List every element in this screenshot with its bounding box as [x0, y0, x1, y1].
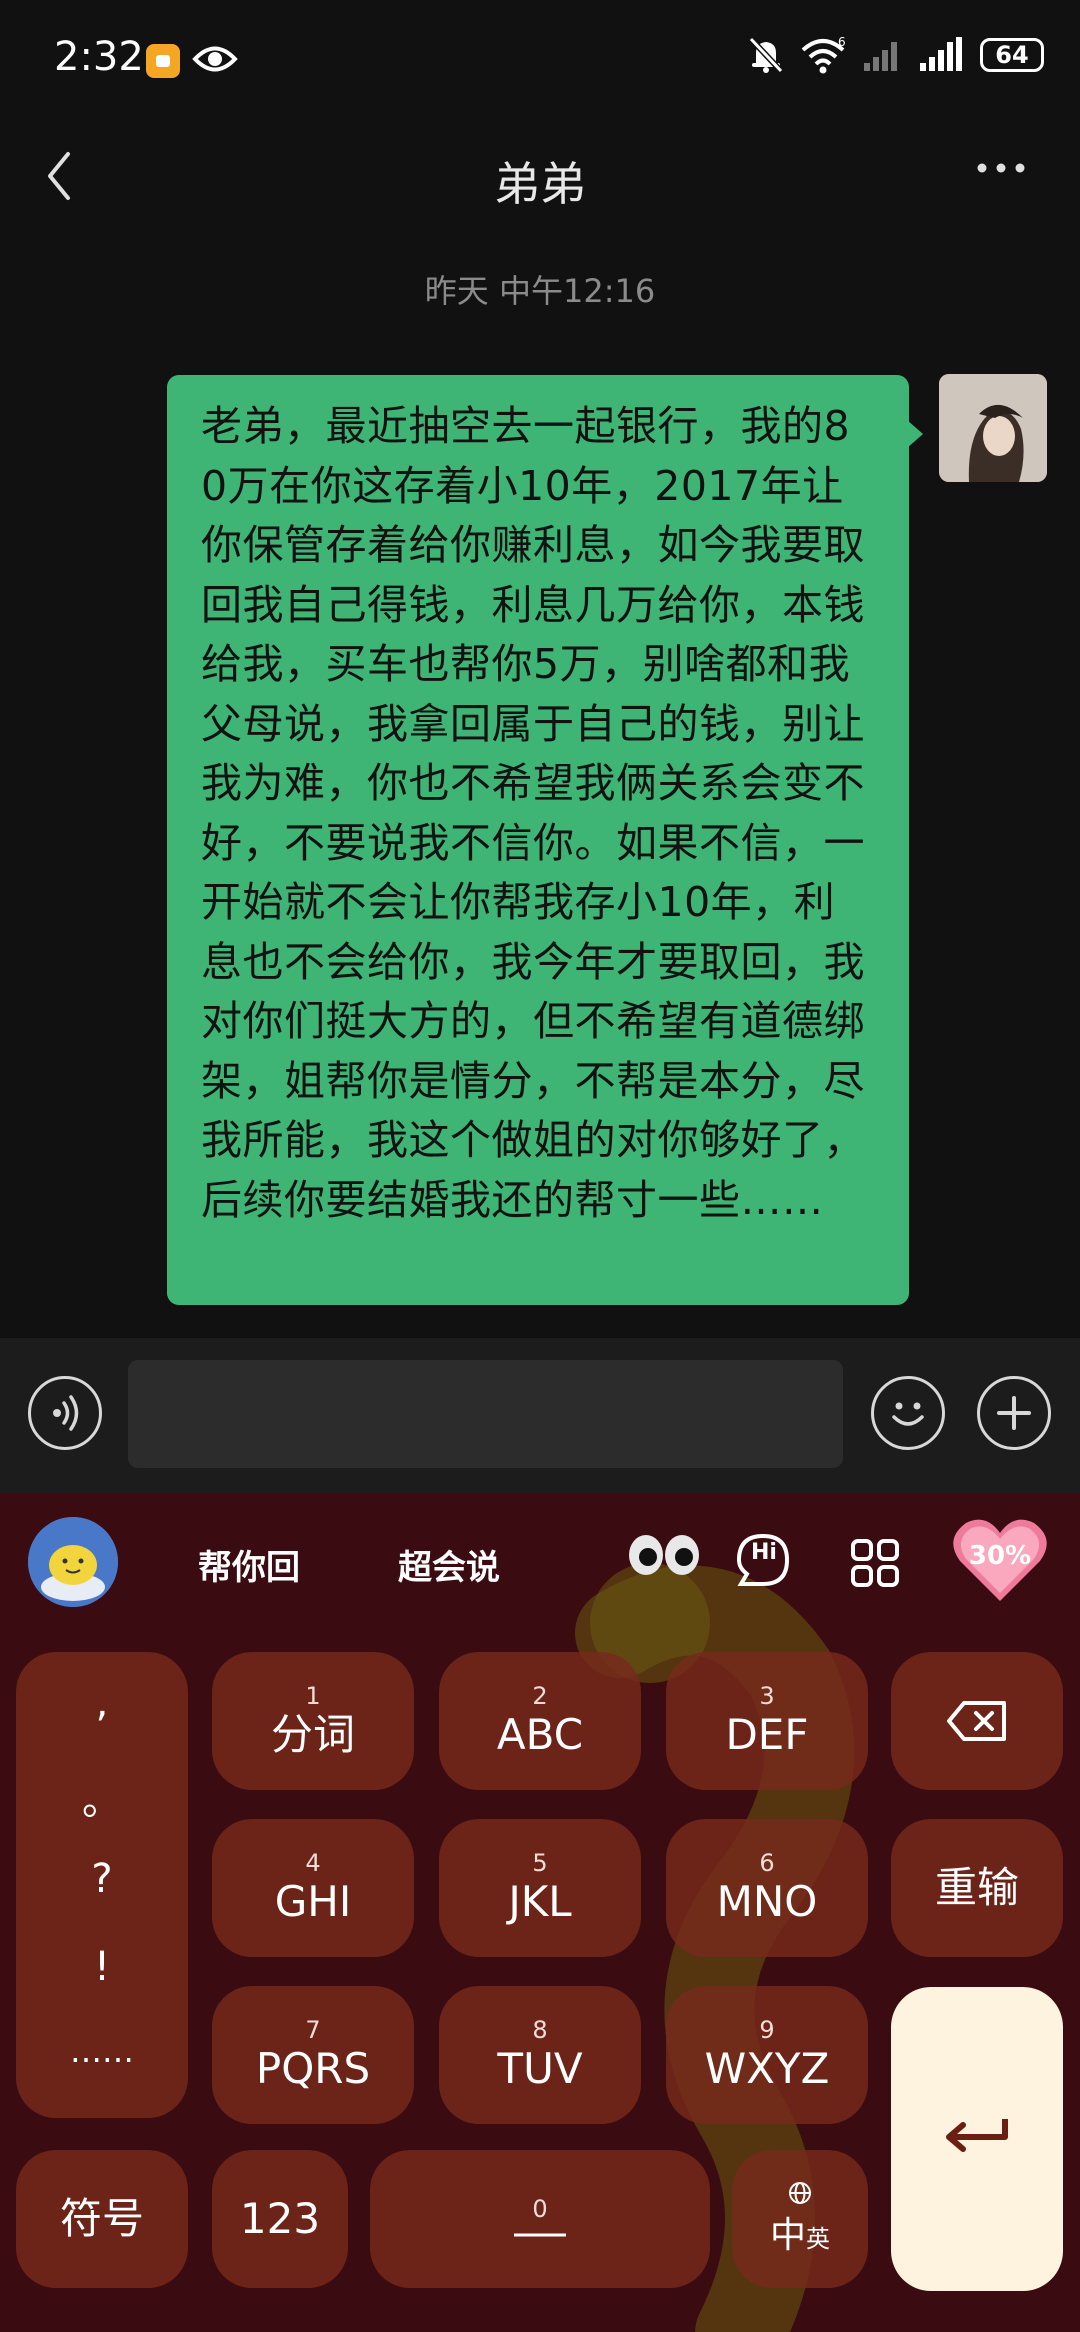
key-label: 123 — [239, 2194, 321, 2243]
key-1-segment[interactable]: 1 分词 — [212, 1652, 414, 1790]
ai-reply-button[interactable]: 帮你回 — [198, 1540, 300, 1589]
app-notification-icon — [146, 44, 180, 78]
ime-mascot-icon[interactable] — [28, 1517, 118, 1607]
plus-icon — [997, 1396, 1031, 1430]
backspace-key[interactable] — [891, 1652, 1063, 1790]
voice-input-button[interactable] — [28, 1376, 102, 1450]
key-label: 符号 — [59, 2194, 144, 2243]
space-bar-icon — [514, 2233, 566, 2237]
key-number: 6 — [759, 1849, 775, 1877]
punct-period[interactable]: 。 — [16, 1768, 188, 1826]
key-7-pqrs[interactable]: 7 PQRS — [212, 1986, 414, 2124]
key-number: 3 — [759, 1682, 775, 1710]
key-label: DEF — [725, 1710, 809, 1759]
key-label: ABC — [496, 1710, 584, 1759]
heart-percent: 30% — [968, 1541, 1032, 1571]
smart-speak-button[interactable]: 超会说 — [398, 1540, 500, 1589]
punct-question[interactable]: ? — [16, 1856, 188, 1902]
key-number: 0 — [532, 2195, 548, 2223]
hi-chat-icon[interactable]: Hi — [733, 1530, 793, 1590]
key-label: 分词 — [270, 1710, 355, 1759]
key-label: MNO — [716, 1877, 818, 1926]
key-9-wxyz[interactable]: 9 WXYZ — [666, 1986, 868, 2124]
message-timestamp: 昨天 中午12:16 — [424, 272, 656, 310]
smiley-icon — [892, 1402, 924, 1426]
eye-icon — [192, 46, 238, 72]
chat-title: 弟弟 — [494, 157, 586, 211]
numbers-key[interactable]: 123 — [212, 2150, 348, 2288]
status-time: 2:32 — [54, 34, 144, 80]
key-3-def[interactable]: 3 DEF — [666, 1652, 868, 1790]
apps-grid-icon[interactable] — [850, 1538, 900, 1588]
emoji-button[interactable] — [871, 1376, 945, 1450]
key-number: 2 — [532, 1682, 548, 1710]
key-label: TUV — [497, 2044, 583, 2093]
eyes-icon — [629, 1535, 699, 1575]
key-8-tuv[interactable]: 8 TUV — [439, 1986, 641, 2124]
enter-key[interactable] — [891, 1987, 1063, 2291]
battery-indicator: 64 — [980, 38, 1044, 72]
voice-icon — [53, 1395, 79, 1431]
mascot-face-icon — [28, 1517, 118, 1607]
punct-ellipsis[interactable]: …… — [16, 2032, 188, 2070]
bubble-tail — [907, 420, 923, 448]
reenter-key[interactable]: 重输 — [891, 1819, 1063, 1957]
key-6-mno[interactable]: 6 MNO — [666, 1819, 868, 1957]
key-label: WXYZ — [704, 2044, 830, 2093]
svg-text:6: 6 — [838, 36, 846, 49]
message-input[interactable] — [128, 1360, 843, 1468]
message-bubble[interactable]: 老弟，最近抽空去一起银行，我的80万在你这存着小10年，2017年让你保管存着给… — [167, 375, 909, 1305]
punct-exclaim[interactable]: ! — [16, 1944, 188, 1990]
avatar-photo-icon — [939, 374, 1047, 482]
more-actions-button[interactable] — [977, 1376, 1051, 1450]
signal-icon — [920, 37, 962, 71]
symbols-key[interactable]: 符号 — [16, 2150, 188, 2288]
message-text: 老弟，最近抽空去一起银行，我的80万在你这存着小10年，2017年让你保管存着给… — [201, 402, 865, 1224]
user-avatar[interactable] — [939, 374, 1047, 482]
key-number: 5 — [532, 1849, 548, 1877]
lang-sub: 英 — [806, 2225, 830, 2253]
mute-bell-icon — [748, 36, 784, 74]
globe-icon — [789, 2182, 811, 2204]
key-label: PQRS — [255, 2044, 371, 2093]
hi-label: Hi — [751, 1540, 777, 1565]
more-options-icon[interactable] — [975, 160, 1027, 176]
punctuation-column[interactable]: , 。 ? ! …… — [16, 1652, 188, 2118]
backspace-icon — [947, 1701, 1006, 1741]
status-icons: 6 64 — [748, 36, 1044, 74]
heart-percent-button[interactable]: 30% — [950, 1515, 1050, 1605]
key-number: 9 — [759, 2016, 775, 2044]
key-number: 4 — [305, 1849, 321, 1877]
key-label: JKL — [508, 1877, 572, 1926]
space-key[interactable]: 0 — [370, 2150, 710, 2288]
signal-weak-icon — [864, 42, 897, 71]
key-number: 7 — [305, 2016, 321, 2044]
punct-comma[interactable]: , — [16, 1680, 188, 1726]
enter-arrow-icon — [946, 2119, 1008, 2152]
language-switch-key[interactable]: 中 英 — [732, 2150, 868, 2288]
key-number: 1 — [305, 1682, 321, 1710]
key-label: 重输 — [934, 1863, 1019, 1912]
wifi-icon: 6 — [801, 36, 846, 74]
lang-main: 中 — [769, 2215, 806, 2256]
key-number: 8 — [532, 2016, 548, 2044]
key-5-jkl[interactable]: 5 JKL — [439, 1819, 641, 1957]
key-label: GHI — [274, 1877, 352, 1926]
key-2-abc[interactable]: 2 ABC — [439, 1652, 641, 1790]
key-4-ghi[interactable]: 4 GHI — [212, 1819, 414, 1957]
